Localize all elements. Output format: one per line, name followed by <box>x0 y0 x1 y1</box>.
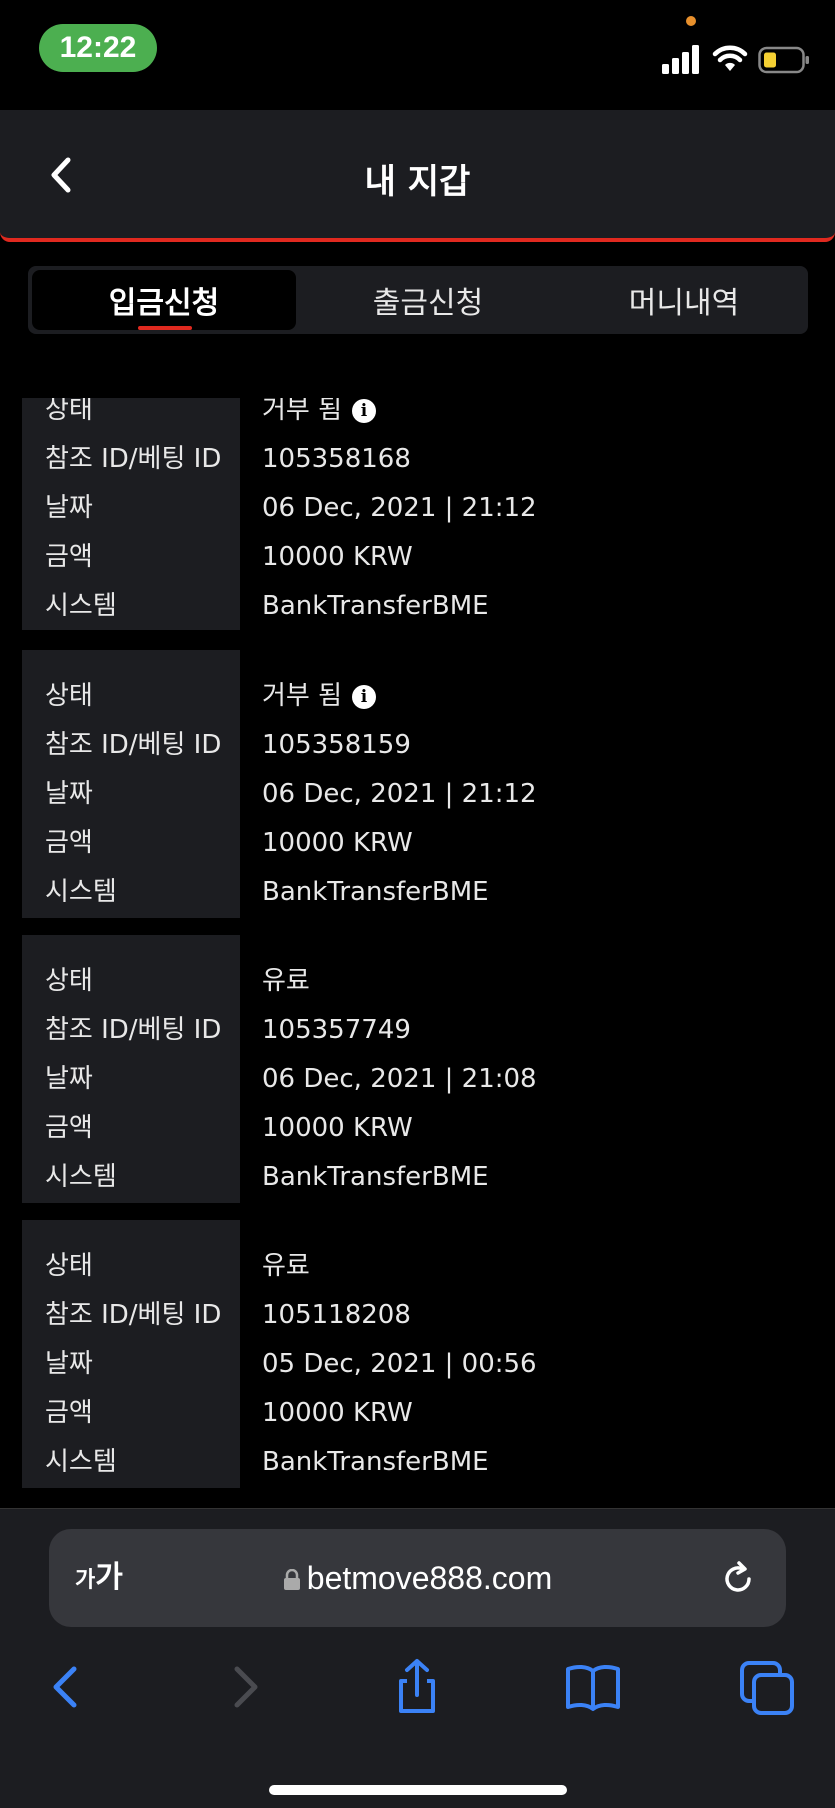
share-icon[interactable] <box>387 1657 447 1717</box>
tab-money-history[interactable]: 머니내역 <box>560 266 808 334</box>
reload-icon[interactable] <box>718 1559 758 1599</box>
browser-toolbar: 가가 betmove888.com <box>0 1508 835 1808</box>
wifi-icon <box>712 45 748 71</box>
status-value: 거부 됨i <box>262 398 377 435</box>
system-row: 시스템 BankTransferBME <box>22 1438 822 1487</box>
tabs-icon[interactable] <box>738 1657 798 1717</box>
tab-label: 머니내역 <box>628 286 740 321</box>
amount-value: 10000 KRW <box>262 828 413 858</box>
tab-deposit-request[interactable]: 입금신청 <box>32 270 296 330</box>
date-value: 06 Dec, 2021 | 21:12 <box>262 493 537 523</box>
page-header: 내 지갑 <box>0 110 835 242</box>
ref-id-row: 참조 ID/베팅 ID 105118208 <box>22 1291 822 1340</box>
amount-row: 금액 10000 KRW <box>22 1389 822 1438</box>
page-title: 내 지갑 <box>364 162 471 202</box>
system-label: 시스템 <box>45 1447 117 1477</box>
ref-id-value: 105357749 <box>262 1015 411 1045</box>
transaction-list[interactable]: 상태 거부 됨i 참조 ID/베팅 ID 105358168 날짜 06 Dec… <box>0 398 835 1508</box>
info-icon[interactable]: i <box>352 684 377 709</box>
date-value: 06 Dec, 2021 | 21:08 <box>262 1064 537 1094</box>
date-row: 날짜 06 Dec, 2021 | 21:12 <box>22 770 822 819</box>
system-value: BankTransferBME <box>262 591 489 621</box>
tab-withdraw-request[interactable]: 출금신청 <box>296 266 560 334</box>
date-label: 날짜 <box>45 779 93 809</box>
status-bar: 12:22 <box>0 0 835 110</box>
amount-value: 10000 KRW <box>262 542 413 572</box>
bookmarks-icon[interactable] <box>563 1657 623 1717</box>
home-indicator[interactable] <box>269 1785 567 1795</box>
status-value: 유료 <box>262 966 310 996</box>
address-bar[interactable]: 가가 betmove888.com <box>49 1529 786 1627</box>
date-label: 날짜 <box>45 1349 93 1379</box>
system-value: BankTransferBME <box>262 1162 489 1192</box>
url-display[interactable]: betmove888.com <box>49 1529 786 1627</box>
transaction-card: 상태 유료 참조 ID/베팅 ID 105118208 날짜 05 Dec, 2… <box>22 1220 822 1488</box>
ref-id-row: 참조 ID/베팅 ID 105358159 <box>22 721 822 770</box>
info-icon[interactable]: i <box>352 398 377 423</box>
lock-icon <box>283 1569 300 1590</box>
status-label: 상태 <box>45 1251 93 1281</box>
tab-label: 입금신청 <box>108 286 220 321</box>
status-label: 상태 <box>45 398 93 425</box>
status-row: 상태 거부 됨i <box>22 398 822 435</box>
system-label: 시스템 <box>45 591 117 621</box>
amount-label: 금액 <box>45 1113 93 1143</box>
tab-label: 출금신청 <box>372 286 484 321</box>
date-value: 05 Dec, 2021 | 00:56 <box>262 1349 537 1379</box>
status-time[interactable]: 12:22 <box>39 24 157 72</box>
browser-forward-icon[interactable] <box>215 1657 275 1717</box>
status-label: 상태 <box>45 966 93 996</box>
active-tab-indicator <box>138 326 192 330</box>
system-row: 시스템 BankTransferBME <box>22 868 822 917</box>
ref-id-value: 105358159 <box>262 730 411 760</box>
system-row: 시스템 BankTransferBME <box>22 582 822 631</box>
amount-label: 금액 <box>45 828 93 858</box>
date-label: 날짜 <box>45 493 93 523</box>
status-value: 유료 <box>262 1251 310 1281</box>
system-label: 시스템 <box>45 1162 117 1192</box>
ref-id-label: 참조 ID/베팅 ID <box>45 1300 222 1330</box>
system-value: BankTransferBME <box>262 1447 489 1477</box>
date-row: 날짜 06 Dec, 2021 | 21:12 <box>22 484 822 533</box>
signal-icon <box>662 45 699 74</box>
status-row: 상태 거부 됨i <box>22 672 822 721</box>
amount-row: 금액 10000 KRW <box>22 533 822 582</box>
amount-label: 금액 <box>45 1398 93 1428</box>
date-row: 날짜 06 Dec, 2021 | 21:08 <box>22 1055 822 1104</box>
privacy-indicator-dot <box>686 16 696 26</box>
ref-id-value: 105358168 <box>262 444 411 474</box>
amount-value: 10000 KRW <box>262 1113 413 1143</box>
status-label: 상태 <box>45 681 93 711</box>
amount-value: 10000 KRW <box>262 1398 413 1428</box>
transaction-card: 상태 거부 됨i 참조 ID/베팅 ID 105358159 날짜 06 Dec… <box>22 650 822 918</box>
amount-row: 금액 10000 KRW <box>22 819 822 868</box>
url-text: betmove888.com <box>306 1560 553 1596</box>
status-row: 상태 유료 <box>22 1242 822 1291</box>
system-row: 시스템 BankTransferBME <box>22 1153 822 1202</box>
ref-id-label: 참조 ID/베팅 ID <box>45 444 222 474</box>
date-value: 06 Dec, 2021 | 21:12 <box>262 779 537 809</box>
ref-id-value: 105118208 <box>262 1300 411 1330</box>
system-value: BankTransferBME <box>262 877 489 907</box>
amount-row: 금액 10000 KRW <box>22 1104 822 1153</box>
ref-id-label: 참조 ID/베팅 ID <box>45 730 222 760</box>
wallet-tabs: 입금신청 출금신청 머니내역 <box>28 266 808 334</box>
ref-id-row: 참조 ID/베팅 ID 105357749 <box>22 1006 822 1055</box>
transaction-card: 상태 거부 됨i 참조 ID/베팅 ID 105358168 날짜 06 Dec… <box>22 398 822 630</box>
status-row: 상태 유료 <box>22 957 822 1006</box>
system-label: 시스템 <box>45 877 117 907</box>
status-value: 거부 됨i <box>262 672 377 721</box>
date-label: 날짜 <box>45 1064 93 1094</box>
date-row: 날짜 05 Dec, 2021 | 00:56 <box>22 1340 822 1389</box>
transaction-card: 상태 유료 참조 ID/베팅 ID 105357749 날짜 06 Dec, 2… <box>22 935 822 1203</box>
amount-label: 금액 <box>45 542 93 572</box>
ref-id-label: 참조 ID/베팅 ID <box>45 1015 222 1045</box>
battery-icon <box>758 46 809 74</box>
ref-id-row: 참조 ID/베팅 ID 105358168 <box>22 435 822 484</box>
browser-back-icon[interactable] <box>36 1657 96 1717</box>
